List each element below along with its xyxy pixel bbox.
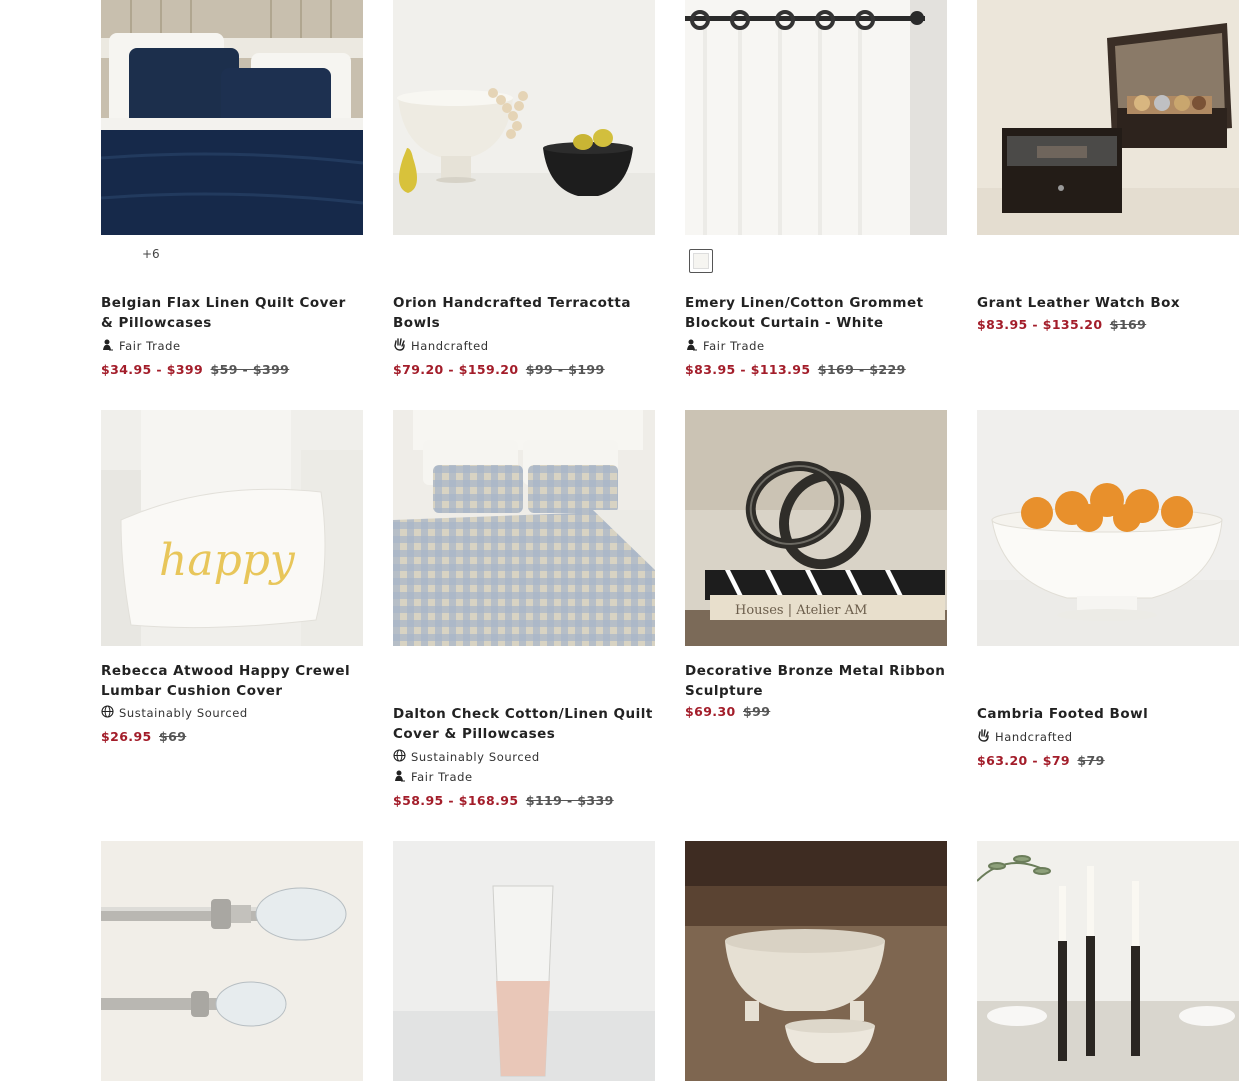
globe-icon: [101, 705, 119, 721]
price: $63.20 - $79 $79: [977, 752, 1105, 770]
badge-label: Fair Trade: [119, 339, 181, 353]
price: $58.95 - $168.95 $119 - $339: [393, 792, 614, 810]
price: $26.95 $69: [101, 728, 186, 746]
happy-image-text: happy: [159, 535, 296, 586]
sale-price: $79.20 - $159.20: [393, 362, 519, 377]
original-price: $79: [1077, 753, 1105, 768]
price: $34.95 - $399 $59 - $399: [101, 361, 289, 379]
original-price: $59 - $399: [210, 362, 290, 377]
sale-price: $83.95 - $113.95: [685, 362, 811, 377]
badge-fair-trade: Fair Trade: [101, 338, 181, 354]
price: $83.95 - $135.20 $169: [977, 316, 1146, 334]
sale-price: $26.95: [101, 729, 152, 744]
product-title[interactable]: Grant Leather Watch Box: [977, 293, 1239, 313]
color-swatch-white[interactable]: [689, 249, 713, 273]
product-image-bronze-ribbon-sculpture[interactable]: Houses | Atelier AM: [685, 410, 947, 646]
price: $83.95 - $113.95 $169 - $229: [685, 361, 906, 379]
badge-fair-trade: Fair Trade: [393, 769, 473, 785]
original-price: $69: [159, 729, 187, 744]
product-image-footed-bowls[interactable]: [685, 841, 947, 1081]
product-image-orion-bowls[interactable]: [393, 0, 655, 235]
badge-sustainably-sourced: Sustainably Sourced: [393, 749, 540, 765]
badge-label: Fair Trade: [703, 339, 765, 353]
product-title[interactable]: Emery Linen/Cotton Grommet Blockout Curt…: [685, 293, 947, 333]
product-title[interactable]: Decorative Bronze Metal Ribbon Sculpture: [685, 661, 947, 701]
original-price: $119 - $339: [525, 793, 614, 808]
product-image-dalton-check-quilt[interactable]: [393, 410, 655, 646]
badge-label: Sustainably Sourced: [411, 750, 540, 764]
product-title[interactable]: Dalton Check Cotton/Linen Quilt Cover & …: [393, 704, 655, 744]
sale-price: $58.95 - $168.95: [393, 793, 519, 808]
product-image-emery-curtain[interactable]: [685, 0, 947, 235]
sale-price: $34.95 - $399: [101, 362, 204, 377]
badge-sustainably-sourced: Sustainably Sourced: [101, 705, 248, 721]
price: $79.20 - $159.20 $99 - $199: [393, 361, 605, 379]
badge-label: Handcrafted: [995, 730, 1073, 744]
product-title[interactable]: Belgian Flax Linen Quilt Cover & Pillowc…: [101, 293, 363, 333]
badge-label: Handcrafted: [411, 339, 489, 353]
badge-label: Fair Trade: [411, 770, 473, 784]
product-image-belgian-flax-quilt[interactable]: [101, 0, 363, 235]
product-title[interactable]: Cambria Footed Bowl: [977, 704, 1239, 724]
product-image-curtain-rod-finials[interactable]: [101, 841, 363, 1081]
product-image-glass-tumbler[interactable]: [393, 841, 655, 1081]
fair-trade-icon: [685, 338, 703, 354]
sale-price: $83.95 - $135.20: [977, 317, 1103, 332]
handcrafted-icon: [977, 729, 995, 745]
globe-icon: [393, 749, 411, 765]
original-price: $169 - $229: [817, 362, 906, 377]
badge-label: Sustainably Sourced: [119, 706, 248, 720]
original-price: $99: [743, 704, 771, 719]
fair-trade-icon: [393, 769, 411, 785]
sale-price: $63.20 - $79: [977, 753, 1071, 768]
badge-handcrafted: Handcrafted: [977, 729, 1073, 745]
book-spine-text: Houses | Atelier AM: [735, 603, 867, 618]
badge-fair-trade: Fair Trade: [685, 338, 765, 354]
original-price: $99 - $199: [525, 362, 605, 377]
product-image-watch-box[interactable]: [977, 0, 1239, 235]
badge-handcrafted: Handcrafted: [393, 338, 489, 354]
more-colors-link[interactable]: +6: [142, 247, 160, 261]
price: $69.30 $99: [685, 703, 770, 721]
handcrafted-icon: [393, 338, 411, 354]
product-image-candle-holders[interactable]: [977, 841, 1239, 1081]
swatch-fill: [693, 253, 709, 269]
original-price: $169: [1109, 317, 1147, 332]
fair-trade-icon: [101, 338, 119, 354]
product-title[interactable]: Rebecca Atwood Happy Crewel Lumbar Cushi…: [101, 661, 363, 701]
product-image-cambria-footed-bowl[interactable]: [977, 410, 1239, 646]
sale-price: $69.30: [685, 704, 736, 719]
product-image-happy-cushion[interactable]: happy: [101, 410, 363, 646]
product-title[interactable]: Orion Handcrafted Terracotta Bowls: [393, 293, 655, 333]
